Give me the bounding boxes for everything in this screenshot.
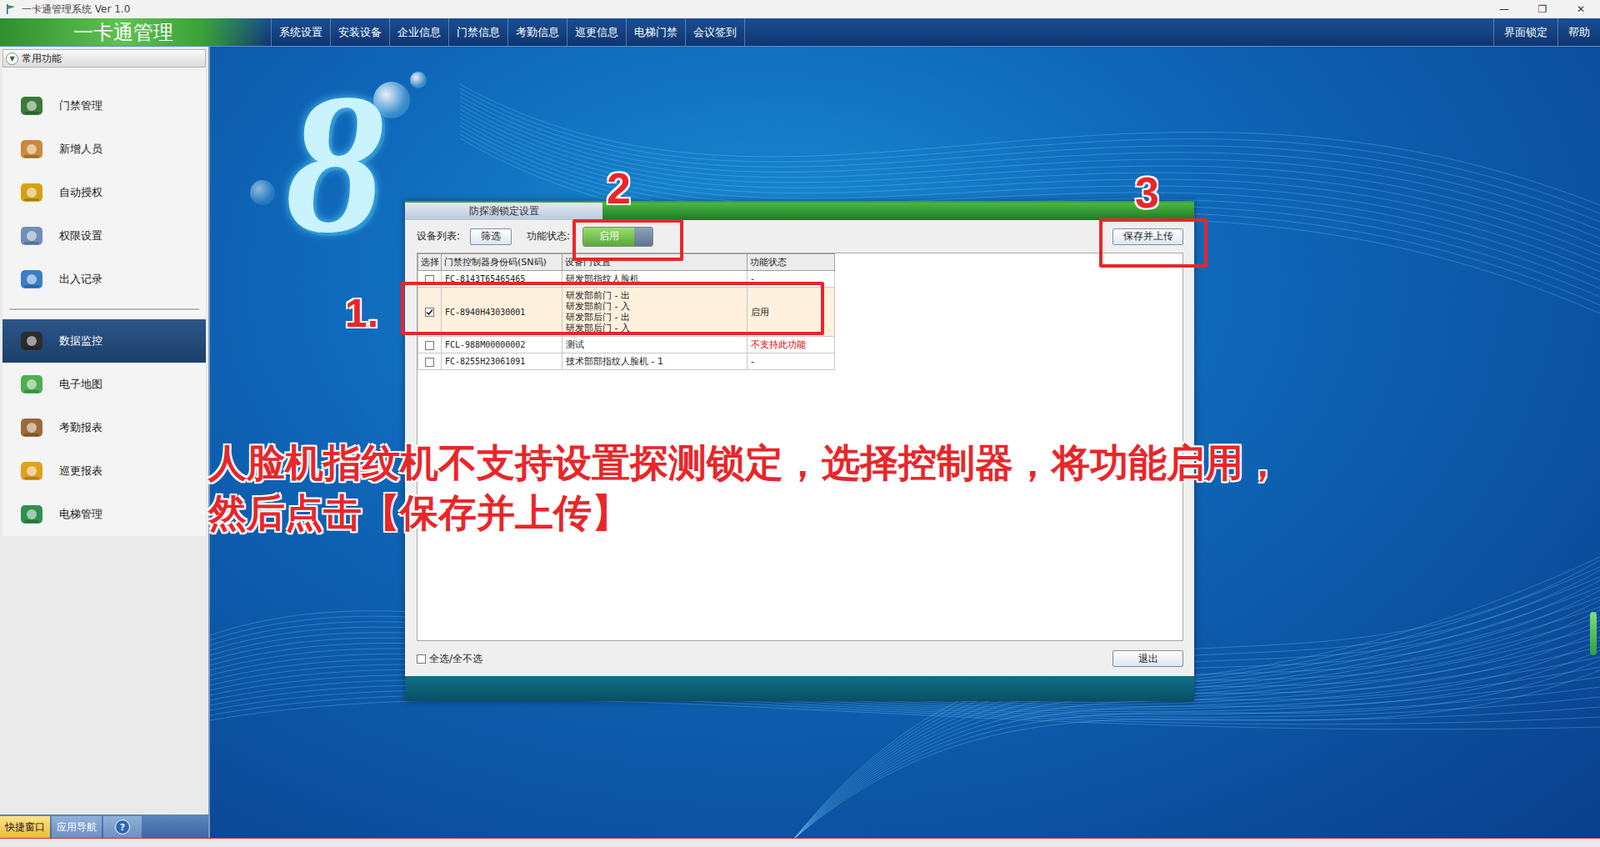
collapse-icon[interactable]: ▼ <box>5 52 19 65</box>
sidebar-list: 门禁管理新增人员自动授权权限设置出入记录数据监控电子地图考勤报表巡更报表电梯管理 <box>2 67 206 536</box>
function-icon <box>17 500 46 529</box>
device-table: 选择门禁控制器身份码(SN码)设备门设置功能状态FC-8143T65465465… <box>417 253 835 370</box>
title-bar: 一卡通管理系统 Ver 1.0 —❐✕ <box>0 0 1600 19</box>
exit-button[interactable]: 退出 <box>1112 650 1184 667</box>
status-bar <box>0 837 1600 847</box>
bubble-decoration <box>250 180 275 205</box>
window-controls: —❐✕ <box>1485 0 1600 19</box>
sidebar-item[interactable]: 自动授权 <box>2 170 206 215</box>
window-control-button[interactable]: ❐ <box>1523 0 1562 19</box>
sidebar-separator <box>9 308 200 311</box>
sidebar-tab[interactable]: 应用导航 <box>51 815 102 838</box>
check-icon <box>425 308 434 316</box>
sidebar-item[interactable]: 门禁管理 <box>2 84 206 128</box>
status-toggle[interactable]: 启用 <box>582 226 654 247</box>
annotation-box <box>572 219 684 261</box>
annotation-box <box>1099 218 1208 268</box>
sn-cell: FC-8255H23061091 <box>441 353 563 370</box>
door-cell: 测试 <box>562 336 748 354</box>
function-icon <box>17 135 46 164</box>
menu-item[interactable]: 巡更信息 <box>567 18 627 46</box>
dialog-bottom-band <box>405 675 1195 701</box>
app-flag-icon <box>5 3 17 15</box>
sidebar-tab[interactable]: 快捷窗口 <box>0 815 50 838</box>
sidebar-item[interactable]: 数据监控 <box>2 319 206 363</box>
dialog-toolbar: 设备列表: 筛选功能状态: 启用 保存并上传 <box>405 220 1195 253</box>
window-control-button[interactable]: — <box>1485 0 1524 19</box>
dialog-footer: 全选/全不选退出 <box>405 640 1195 676</box>
function-icon <box>17 370 46 399</box>
logo-eight: 8 <box>285 63 385 264</box>
app-window: 一卡通管理系统 Ver 1.0—❐✕一卡通管理系统设置安装设备企业信息门禁信息考… <box>0 0 1600 847</box>
sidebar-item[interactable]: 巡更报表 <box>2 449 206 493</box>
door-cell: 技术部部指纹人脸机 - 1 <box>562 353 748 370</box>
menu-item[interactable]: 界面锁定 <box>1493 18 1558 46</box>
column-header[interactable]: 功能状态 <box>747 254 835 271</box>
menu-right: 界面锁定帮助 <box>1493 18 1600 46</box>
annotation-box <box>400 281 825 335</box>
function-icon <box>17 221 46 250</box>
column-header[interactable]: 设备门设置 <box>562 254 748 271</box>
row-checkbox[interactable] <box>425 357 435 367</box>
menu-items: 系统设置安装设备企业信息门禁信息考勤信息巡更信息电梯门禁会议签到 <box>270 18 745 46</box>
help-icon[interactable]: ? <box>103 815 142 838</box>
save-upload-button[interactable]: 保存并上传 <box>1112 228 1184 245</box>
dialog-tab-bar: 防探测锁定设置 <box>405 200 1195 220</box>
sidebar-item[interactable]: 出入记录 <box>2 257 206 301</box>
annotation-caption: 人脸机指纹机不支持设置探测锁定，选择控制器，将功能启用，然后点击【保存并上传】 <box>208 437 1282 538</box>
menu-item[interactable]: 门禁信息 <box>449 18 509 46</box>
status-cell: - <box>747 353 835 370</box>
brand-logo: 一卡通管理 <box>0 18 271 46</box>
annotation-step-number: 2 <box>606 166 631 210</box>
status-label: 功能状态: <box>526 229 570 244</box>
function-icon <box>17 265 46 294</box>
menu-item[interactable]: 企业信息 <box>390 18 450 46</box>
function-icon <box>17 91 46 120</box>
sidebar-item[interactable]: 电子地图 <box>2 362 206 406</box>
function-icon <box>17 178 46 207</box>
select-all-checkbox[interactable] <box>416 654 426 664</box>
table-row[interactable]: FCL-988M00000002测试不支持此功能 <box>418 336 835 354</box>
column-header[interactable]: 选择 <box>418 254 442 271</box>
door-cell: 研发部前门 - 出研发部前门 - 入研发部后门 - 出研发部后门 - 入 <box>562 287 748 337</box>
sn-cell: FC-8940H43030001 <box>441 287 563 337</box>
sidebar-tabs: 快捷窗口应用导航? <box>0 814 209 838</box>
menu-item[interactable]: 考勤信息 <box>508 18 568 46</box>
bubble-decoration <box>410 71 427 89</box>
function-icon <box>17 413 46 442</box>
menu-item[interactable]: 安装设备 <box>330 18 390 46</box>
menu-item[interactable]: 系统设置 <box>270 18 331 46</box>
table-row[interactable]: FC-8940H43030001研发部前门 - 出研发部前门 - 入研发部后门 … <box>418 287 835 337</box>
function-icon <box>17 456 46 485</box>
sidebar: ▼常用功能门禁管理新增人员自动授权权限设置出入记录数据监控电子地图考勤报表巡更报… <box>0 46 210 838</box>
row-checkbox[interactable] <box>425 340 435 350</box>
annotation-step-number: 3 <box>1135 170 1160 215</box>
sidebar-item[interactable]: 考勤报表 <box>2 405 206 450</box>
sn-cell: FCL-988M00000002 <box>441 336 563 354</box>
menu-bar: 一卡通管理系统设置安装设备企业信息门禁信息考勤信息巡更信息电梯门禁会议签到 界面锁… <box>0 18 1600 47</box>
column-header[interactable]: 门禁控制器身份码(SN码) <box>441 254 563 271</box>
menu-item[interactable]: 会议签到 <box>685 18 745 46</box>
menu-item[interactable]: 电梯门禁 <box>626 18 686 46</box>
dialog-title-tab[interactable]: 防探测锁定设置 <box>405 202 603 220</box>
sidebar-item[interactable]: 电梯管理 <box>2 492 206 536</box>
window-title: 一卡通管理系统 Ver 1.0 <box>21 2 130 17</box>
sidebar-header[interactable]: ▼常用功能 <box>2 49 206 68</box>
menu-item[interactable]: 帮助 <box>1557 18 1600 46</box>
status-cell: 不支持此功能 <box>747 336 835 354</box>
filter-button[interactable]: 筛选 <box>470 228 512 245</box>
row-checkbox[interactable] <box>425 307 435 317</box>
sidebar-item[interactable]: 权限设置 <box>2 214 206 258</box>
device-list-label: 设备列表: <box>416 229 460 244</box>
sidebar-blank <box>0 535 209 815</box>
function-icon <box>17 326 46 355</box>
sidebar-item[interactable]: 新增人员 <box>2 127 206 171</box>
scroll-indicator[interactable] <box>1590 611 1597 655</box>
table-row[interactable]: FC-8255H23061091技术部部指纹人脸机 - 1- <box>418 353 835 370</box>
table-header: 选择门禁控制器身份码(SN码)设备门设置功能状态 <box>418 254 835 271</box>
annotation-step-number: 1. <box>345 293 379 334</box>
window-control-button[interactable]: ✕ <box>1561 0 1600 19</box>
